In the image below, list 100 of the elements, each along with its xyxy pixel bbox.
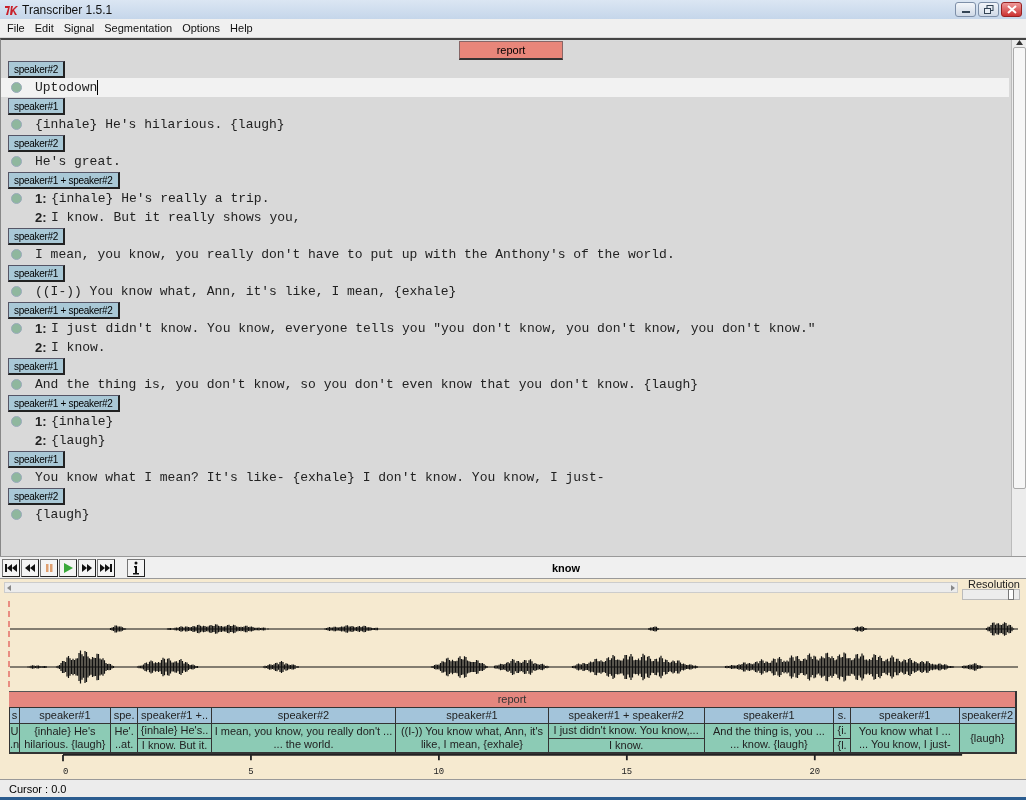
skip-end-icon [100,562,112,573]
speaker-button[interactable]: speaker#1 [8,451,65,468]
pause-button[interactable] [40,558,58,577]
axis-tick-label: 5 [248,766,254,777]
transcript-segment[interactable]: And the thing is, you ... ... know. {laugh} [704,724,834,752]
transcript-segment[interactable]: {inhale} He's.. [138,724,211,738]
fast-forward-icon [81,562,93,573]
resolution-slider[interactable] [962,589,1020,600]
restore-button[interactable] [978,2,999,17]
section-segment[interactable]: report [9,691,1015,707]
speaker-segment[interactable]: speaker#1 [704,707,834,724]
overlap-index: 2: [35,340,48,355]
transcript-segment[interactable]: I mean, you know, you really don't ... ... the world. [211,724,396,752]
speaker-segment[interactable]: speaker#2 [959,707,1015,724]
speaker-segment[interactable]: speaker#1 +.. [138,707,211,724]
segment-dot-icon[interactable] [11,472,22,483]
speaker-button[interactable]: speaker#2 [8,135,65,152]
transcript-segment[interactable]: U .n [10,724,19,752]
speaker-button[interactable]: speaker#2 [8,488,65,505]
segment-dot-icon[interactable] [11,119,22,130]
speaker-segment[interactable]: s [10,707,19,724]
segment-dot-icon[interactable] [11,323,22,334]
transcript-line: And the thing is, you don't know, so you don't even know that you don't know. {laugh} [35,377,699,392]
transcript-segment[interactable]: He'. ..at. [110,724,138,752]
horizontal-scrollbar[interactable] [4,582,958,593]
resolution-label: Resolution [968,579,1020,589]
transcript-segment[interactable]: ((I-)) You know what, Ann, it's like, I mean, {exhale} [396,724,548,752]
overlap-index: 2: [35,210,48,225]
scroll-right-icon [951,584,955,591]
speaker-button[interactable]: speaker#2 [8,61,65,78]
transcript-line: {inhale} He's really a trip. [51,191,270,206]
transcript-line: He's great. [35,154,121,169]
skip-to-end-button[interactable] [97,558,115,577]
speaker-segment[interactable]: s. [834,707,850,724]
close-icon [1006,5,1017,14]
speaker-button[interactable]: speaker#1 [8,98,65,115]
speaker-button[interactable]: speaker#1 + speaker#2 [8,172,120,189]
menu-item[interactable]: File [2,22,30,34]
skip-start-icon [5,562,17,573]
segment-dot-icon[interactable] [11,193,22,204]
transcript-line: I know. [51,340,106,355]
segment-dot-icon[interactable] [11,509,22,520]
menu-item[interactable]: Edit [29,22,59,34]
transcript-line: Uptodown [35,80,98,95]
segment-dot-icon[interactable] [11,249,22,260]
menu-item[interactable]: Options [177,22,226,34]
transcript-line: ((I-)) You know what, Ann, it's like, I mean, {exhale} [35,284,457,299]
play-button[interactable] [59,558,77,577]
segment-dot-icon[interactable] [11,286,22,297]
minimize-button[interactable] [955,2,976,17]
current-word: know [550,561,582,574]
overlap-index: 2: [35,433,48,448]
transcript-line: You know what I mean? It's like- {exhale} I don't know. You know, I just- [35,470,605,485]
slider-thumb[interactable] [1008,589,1014,600]
speaker-button[interactable]: speaker#2 [8,228,65,245]
transcript-line: {inhale} [51,414,114,429]
speaker-segment[interactable]: speaker#1 [396,707,548,724]
skip-to-start-button[interactable] [2,558,20,577]
menu-item[interactable]: Segmentation [99,22,178,34]
restore-icon [983,5,994,14]
segment-dot-icon[interactable] [11,379,22,390]
speaker-button[interactable]: speaker#1 + speaker#2 [8,395,120,412]
transcript-line: {laugh} [35,507,90,522]
menu-item[interactable]: Help [225,22,258,34]
axis-tick [438,754,440,762]
fast-forward-button[interactable] [78,558,96,577]
segment-dot-icon[interactable] [11,416,22,427]
speaker-button[interactable]: speaker#1 [8,265,65,282]
transcript-segment[interactable]: I just didn't know. You know,... [548,724,704,738]
window-title: Transcriber 1.5.1 [22,2,114,17]
speaker-segment[interactable]: spe. [110,707,138,724]
vertical-scrollbar[interactable] [1011,40,1026,556]
transcript-segment[interactable]: {laugh} [959,724,1015,752]
rewind-button[interactable] [21,558,39,577]
speaker-segment[interactable]: speaker#1 + speaker#2 [548,707,704,724]
menu-item[interactable]: Signal [58,22,100,34]
transcript-line: I mean, you know, you really don't have to put up with the Anthony's of the world. [35,247,675,262]
info-button[interactable] [127,558,145,577]
segment-dot-icon[interactable] [11,82,22,93]
speaker-segment[interactable]: speaker#2 [211,707,396,724]
speaker-segment[interactable]: speaker#1 [850,707,959,724]
segment-dot-icon[interactable] [11,156,22,167]
axis-tick-label: 0 [63,766,69,777]
speaker-segment[interactable]: speaker#1 [19,707,110,724]
axis-tick [813,754,816,762]
transcript-line: {laugh} [51,433,106,448]
transcript-segment[interactable]: You know what I ... ... You know, I just- [850,724,959,752]
transcript-segment[interactable]: {inhale} He's hilarious. {laugh} [19,724,110,752]
close-button[interactable] [1001,2,1022,17]
speaker-button[interactable]: speaker#1 + speaker#2 [8,302,120,319]
speaker-button[interactable]: speaker#1 [8,358,65,375]
axis-tick-label: 20 [809,766,821,777]
scroll-up-icon [1015,40,1023,45]
play-icon [62,562,74,573]
scroll-left-icon [7,584,11,591]
section-button[interactable]: report [459,41,563,60]
axis-tick [625,754,628,762]
transcript-segment[interactable]: {i. [834,724,850,738]
text-cursor [97,80,99,95]
transcript-line: I know. But it really shows you, [51,210,301,225]
